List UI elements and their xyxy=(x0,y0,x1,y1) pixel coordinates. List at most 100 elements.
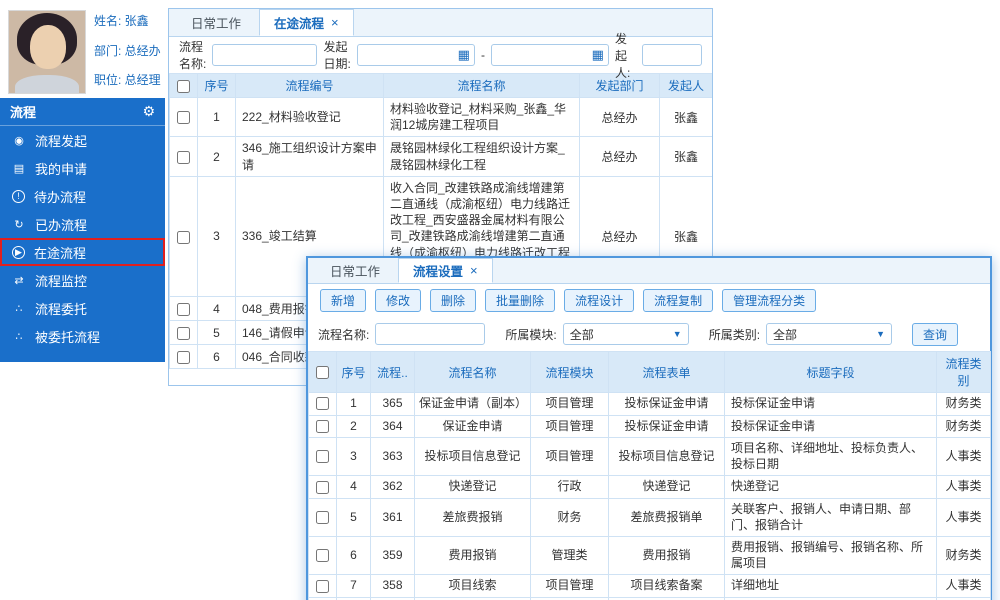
module-label: 所属模块: xyxy=(505,326,556,343)
search-button[interactable]: 查询 xyxy=(912,323,958,346)
category-label: 所属类别: xyxy=(709,326,760,343)
sidebar-item-label: 已办流程 xyxy=(35,215,87,234)
process-name-label: 流程名称: xyxy=(318,326,369,343)
sidebar-item-label: 流程委托 xyxy=(35,299,87,318)
sidebar-item-in-transit-processes[interactable]: ▶ 在途流程 xyxy=(0,238,165,266)
gear-icon[interactable]: ⚙ xyxy=(142,103,155,120)
table-row[interactable]: 1 365 保证金申请（副本） 项目管理 投标保证金申请 投标保证金申请 财务类 xyxy=(309,393,991,416)
table-row[interactable]: 2 346_施工组织设计方案申请 晟铭园林绿化工程组织设计方案_晟铭园林绿化工程… xyxy=(170,137,713,176)
col-header-category: 流程类别 xyxy=(937,352,991,393)
org-icon: ∴ xyxy=(12,330,26,343)
row-checkbox[interactable] xyxy=(316,580,329,593)
history-icon: ↻ xyxy=(12,218,26,231)
initiator-input[interactable] xyxy=(642,44,702,66)
select-all-checkbox[interactable] xyxy=(316,366,329,379)
module-select-value: 全部 xyxy=(570,326,594,343)
col-header-name: 流程名称 xyxy=(415,352,531,393)
alert-icon: ! xyxy=(12,190,25,203)
sidebar-item-todo-processes[interactable]: ! 待办流程 xyxy=(0,182,165,210)
tab-label: 在途流程 xyxy=(274,13,324,32)
sidebar-item-my-applications[interactable]: ▤ 我的申请 xyxy=(0,154,165,182)
process-design-button[interactable]: 流程设计 xyxy=(564,289,634,312)
monitor-icon: ⇄ xyxy=(12,274,26,287)
row-checkbox[interactable] xyxy=(177,151,190,164)
process-settings-table: 序号 流程.. 流程名称 流程模块 流程表单 标题字段 流程类别 1 365 保… xyxy=(308,351,991,600)
table-row[interactable]: 1 222_材料验收登记 材料验收登记_材料采购_张鑫_华润12城房建工程项目 … xyxy=(170,98,713,137)
col-header-form: 流程表单 xyxy=(609,352,725,393)
table-row[interactable]: 6 359 费用报销 管理类 费用报销 费用报销、报销编号、报销名称、所属项目 … xyxy=(309,537,991,575)
filter-bar: 流程名称: 所属模块: 全部 ▼ 所属类别: 全部 ▼ 查询 xyxy=(308,317,990,351)
edit-button[interactable]: 修改 xyxy=(375,289,421,312)
row-checkbox[interactable] xyxy=(177,111,190,124)
row-checkbox[interactable] xyxy=(177,303,190,316)
row-checkbox[interactable] xyxy=(316,481,329,494)
table-header-row: 序号 流程编号 流程名称 发起部门 发起人 xyxy=(170,74,713,98)
col-header-code: 流程编号 xyxy=(236,74,384,98)
row-checkbox[interactable] xyxy=(177,327,190,340)
col-header-module: 流程模块 xyxy=(531,352,609,393)
row-checkbox[interactable] xyxy=(316,450,329,463)
close-icon[interactable]: × xyxy=(470,263,478,278)
initiator-label: 发起人: xyxy=(615,30,636,81)
table-header-row: 序号 流程.. 流程名称 流程模块 流程表单 标题字段 流程类别 xyxy=(309,352,991,393)
start-date-from-input[interactable] xyxy=(358,48,458,62)
document-icon: ▤ xyxy=(12,162,26,175)
col-header-process-id: 流程.. xyxy=(371,352,415,393)
table-row[interactable]: 4 362 快递登记 行政 快递登记 快递登记 人事类 xyxy=(309,476,991,499)
process-copy-button[interactable]: 流程复制 xyxy=(643,289,713,312)
manage-categories-button[interactable]: 管理流程分类 xyxy=(722,289,816,312)
sidebar-item-initiate[interactable]: ◉ 流程发起 xyxy=(0,126,165,154)
process-name-input[interactable] xyxy=(212,44,317,66)
sidebar: 姓名: 张鑫 部门: 总经办 职位: 总经理 流程 ⚙ ◉ 流程发起 ▤ 我的申… xyxy=(0,0,165,362)
sidebar-item-label: 待办流程 xyxy=(34,187,86,206)
avatar xyxy=(8,10,86,94)
start-date-to-input[interactable] xyxy=(492,48,592,62)
table-row[interactable]: 3 363 投标项目信息登记 项目管理 投标项目信息登记 项目名称、详细地址、投… xyxy=(309,438,991,476)
megaphone-icon: ◉ xyxy=(12,134,26,147)
row-checkbox[interactable] xyxy=(316,397,329,410)
delete-button[interactable]: 删除 xyxy=(430,289,476,312)
menu-header: 流程 ⚙ xyxy=(0,98,165,126)
process-name-input[interactable] xyxy=(375,323,485,345)
category-select[interactable]: 全部 ▼ xyxy=(766,323,892,345)
tab-daily-work[interactable]: 日常工作 xyxy=(177,9,255,36)
tab-daily-work[interactable]: 日常工作 xyxy=(316,258,394,283)
calendar-icon[interactable]: ▦ xyxy=(592,47,604,63)
select-all-checkbox[interactable] xyxy=(177,80,190,93)
table-row[interactable]: 2 364 保证金申请 项目管理 投标保证金申请 投标保证金申请 财务类 xyxy=(309,415,991,438)
calendar-icon[interactable]: ▦ xyxy=(458,47,470,63)
toolbar: 新增 修改 删除 批量删除 流程设计 流程复制 管理流程分类 xyxy=(308,284,990,317)
sidebar-item-label: 流程监控 xyxy=(35,271,87,290)
add-button[interactable]: 新增 xyxy=(320,289,366,312)
sidebar-item-process-delegate[interactable]: ∴ 流程委托 xyxy=(0,294,165,322)
sidebar-item-delegated-processes[interactable]: ∴ 被委托流程 xyxy=(0,322,165,350)
table-row[interactable]: 7 358 项目线索 项目管理 项目线索备案 详细地址 人事类 xyxy=(309,575,991,598)
menu-title: 流程 xyxy=(10,102,36,121)
tab-bar: 日常工作 流程设置 × xyxy=(308,258,990,284)
chevron-down-icon: ▼ xyxy=(876,329,885,339)
user-profile: 姓名: 张鑫 部门: 总经办 职位: 总经理 xyxy=(0,0,165,98)
play-icon: ▶ xyxy=(12,246,25,259)
row-checkbox[interactable] xyxy=(316,420,329,433)
tab-label: 流程设置 xyxy=(413,261,463,280)
close-icon[interactable]: × xyxy=(331,15,339,30)
window-process-settings: 日常工作 流程设置 × 新增 修改 删除 批量删除 流程设计 流程复制 管理流程… xyxy=(306,256,992,600)
tab-in-transit[interactable]: 在途流程 × xyxy=(259,9,354,36)
table-row[interactable]: 5 361 差旅费报销 财务 差旅费报销单 关联客户、报销人、申请日期、部门、报… xyxy=(309,498,991,536)
col-header-no: 序号 xyxy=(198,74,236,98)
sidebar-item-label: 我的申请 xyxy=(35,159,87,178)
row-checkbox[interactable] xyxy=(177,231,190,244)
tab-process-settings[interactable]: 流程设置 × xyxy=(398,258,493,283)
org-icon: ∴ xyxy=(12,302,26,315)
date-separator: - xyxy=(481,48,485,62)
module-select[interactable]: 全部 ▼ xyxy=(563,323,689,345)
row-checkbox[interactable] xyxy=(177,351,190,364)
profile-title: 职位: 总经理 xyxy=(94,71,161,88)
row-checkbox[interactable] xyxy=(316,549,329,562)
batch-delete-button[interactable]: 批量删除 xyxy=(485,289,555,312)
start-date-to-field: ▦ xyxy=(491,44,609,66)
sidebar-item-done-processes[interactable]: ↻ 已办流程 xyxy=(0,210,165,238)
sidebar-item-process-monitor[interactable]: ⇄ 流程监控 xyxy=(0,266,165,294)
col-header-dept: 发起部门 xyxy=(580,74,660,98)
row-checkbox[interactable] xyxy=(316,511,329,524)
